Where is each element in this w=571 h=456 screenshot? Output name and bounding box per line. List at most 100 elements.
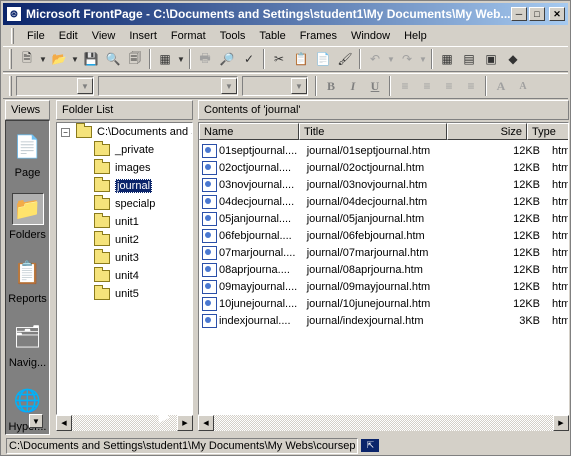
chevron-down-icon[interactable]: ▼ [77, 78, 93, 94]
menu-grip[interactable] [11, 28, 14, 44]
frontpage-app-icon[interactable]: ⊛ [6, 6, 22, 22]
underline-button[interactable]: U [364, 75, 386, 97]
scroll-right-icon[interactable]: ▶ [177, 415, 193, 431]
italic-button[interactable]: I [342, 75, 364, 97]
open-dropdown-icon[interactable]: ▼ [70, 48, 80, 70]
menu-edit[interactable]: Edit [52, 28, 85, 44]
view-reports[interactable]: 📋 Reports [6, 253, 49, 311]
tree-folder-journal[interactable]: journal [94, 177, 153, 195]
scroll-left-icon[interactable]: ◀ [56, 415, 72, 431]
menu-table[interactable]: Table [252, 28, 292, 44]
file-name: 09mayjournal.... [218, 280, 298, 293]
scroll-left-icon[interactable]: ◀ [198, 415, 214, 431]
column-size[interactable]: Size [447, 123, 527, 140]
toggle-pane-dropdown-icon[interactable]: ▼ [176, 48, 186, 70]
insert-component-icon[interactable]: ▦ [436, 48, 458, 70]
redo-dropdown-icon[interactable]: ▼ [418, 48, 428, 70]
chevron-down-icon[interactable]: ▼ [291, 78, 307, 94]
folder-icon [94, 141, 110, 156]
file-row[interactable]: 07marjournal.... journal/07marjournal.htm… [199, 244, 568, 261]
align-left-icon[interactable]: ≡ [394, 75, 416, 97]
cut-icon[interactable]: ✂ [268, 48, 290, 70]
bold-button[interactable]: B [320, 75, 342, 97]
column-type[interactable]: Type [527, 123, 568, 140]
toolbar-grip[interactable] [9, 49, 12, 69]
minimize-button[interactable]: ─ [511, 7, 527, 21]
view-navigation[interactable]: 🗂 Navig... [6, 317, 49, 375]
view-page[interactable]: 📄 Page [6, 127, 49, 185]
font-size-combo[interactable]: ▼ [242, 76, 308, 96]
menu-insert[interactable]: Insert [122, 28, 164, 44]
views-scroll-down-icon[interactable]: ▼ [29, 414, 43, 428]
tree-folder-unit1[interactable]: unit1 [94, 213, 139, 231]
menu-file[interactable]: File [20, 28, 52, 44]
file-row[interactable]: 05janjournal.... journal/05janjournal.htm… [199, 210, 568, 227]
file-row[interactable]: 01septjournal.... journal/01septjournal.h… [199, 142, 568, 159]
align-right-icon[interactable]: ≡ [438, 75, 460, 97]
undo-icon[interactable]: ↶ [364, 48, 386, 70]
redo-icon[interactable]: ↷ [396, 48, 418, 70]
close-button[interactable]: ✕ [549, 7, 565, 21]
copy-icon[interactable]: 📋 [290, 48, 312, 70]
chevron-down-icon[interactable]: ▼ [221, 78, 237, 94]
file-row[interactable]: indexjournal.... journal/indexjournal.htm… [199, 312, 568, 329]
decrease-font-icon[interactable]: A [512, 75, 534, 97]
tree-folder-unit3[interactable]: unit3 [94, 249, 139, 267]
new-dropdown-icon[interactable]: ▼ [38, 48, 48, 70]
tree-folder-unit2[interactable]: unit2 [94, 231, 139, 249]
style-combo[interactable]: ▼ [16, 76, 94, 96]
views-header: Views [5, 100, 50, 120]
file-row[interactable]: 09mayjournal.... journal/09mayjournal.htm… [199, 278, 568, 295]
file-row[interactable]: 10junejournal.... journal/10junejournal.h… [199, 295, 568, 312]
scroll-right-icon[interactable]: ▶ [553, 415, 569, 431]
print-icon[interactable]: 🖶 [194, 48, 216, 70]
file-row[interactable]: 08aprjourna.... journal/08aprjourna.htm 12… [199, 261, 568, 278]
insert-picture-icon[interactable]: ▣ [480, 48, 502, 70]
file-row[interactable]: 04decjournal.... journal/04decjournal.htm… [199, 193, 568, 210]
tree-folder-images[interactable]: images [94, 159, 150, 177]
contents-hscrollbar[interactable]: ◀ ▶ [198, 415, 569, 431]
align-center-icon[interactable]: ≡ [416, 75, 438, 97]
view-hyperlinks[interactable]: 🌐 Hyper... [6, 381, 49, 439]
font-combo[interactable]: ▼ [98, 76, 238, 96]
insert-table-icon[interactable]: ▤ [458, 48, 480, 70]
spelling-icon[interactable]: ✓ [238, 48, 260, 70]
menu-frames[interactable]: Frames [293, 28, 344, 44]
increase-font-icon[interactable]: A [490, 75, 512, 97]
drawing-icon[interactable]: ◆ [502, 48, 524, 70]
paste-icon[interactable]: 📄 [312, 48, 334, 70]
file-row[interactable]: 03novjournal.... journal/03novjournal.htm… [199, 176, 568, 193]
menu-window[interactable]: Window [344, 28, 397, 44]
file-row[interactable]: 02octjournal.... journal/02octjournal.htm… [199, 159, 568, 176]
column-name[interactable]: Name [199, 123, 299, 140]
view-folders[interactable]: 📁 Folders [6, 189, 49, 247]
save-icon[interactable]: 💾 [80, 48, 102, 70]
collapse-icon[interactable]: − [61, 127, 70, 137]
format-painter-icon[interactable]: 🖌 [334, 48, 356, 70]
menu-view[interactable]: View [85, 28, 123, 44]
tree-folder-specialp[interactable]: specialp [94, 195, 155, 213]
tree-folder-private[interactable]: _private [94, 141, 154, 159]
file-row[interactable]: 06febjournal.... journal/06febjournal.htm… [199, 227, 568, 244]
status-bar: C:\Documents and Settings\student1\My Do… [3, 437, 568, 454]
undo-dropdown-icon[interactable]: ▼ [386, 48, 396, 70]
maximize-button[interactable]: □ [529, 7, 545, 21]
toolbar-grip[interactable] [9, 76, 12, 96]
tree-root[interactable]: − C:\Documents and S [61, 123, 192, 141]
scroll-track[interactable] [214, 415, 553, 431]
justify-icon[interactable]: ≡ [460, 75, 482, 97]
new-page-icon[interactable]: 🗎 [16, 48, 38, 70]
tree-folder-unit4[interactable]: unit4 [94, 267, 139, 285]
preview-icon[interactable]: 🔎 [216, 48, 238, 70]
menu-help[interactable]: Help [397, 28, 434, 44]
open-folder-icon[interactable]: 📂 [48, 48, 70, 70]
folder-hscrollbar[interactable]: ◀ ▶ [56, 415, 193, 431]
title-bar[interactable]: ⊛ Microsoft FrontPage - C:\Documents and… [3, 3, 568, 25]
column-title[interactable]: Title [299, 123, 447, 140]
menu-format[interactable]: Format [164, 28, 213, 44]
tree-folder-unit5[interactable]: unit5 [94, 285, 139, 303]
menu-tools[interactable]: Tools [213, 28, 253, 44]
search-icon[interactable]: 🔍 [102, 48, 124, 70]
publish-icon[interactable]: 🗐 [124, 48, 146, 70]
toggle-pane-icon[interactable]: ▦ [154, 48, 176, 70]
